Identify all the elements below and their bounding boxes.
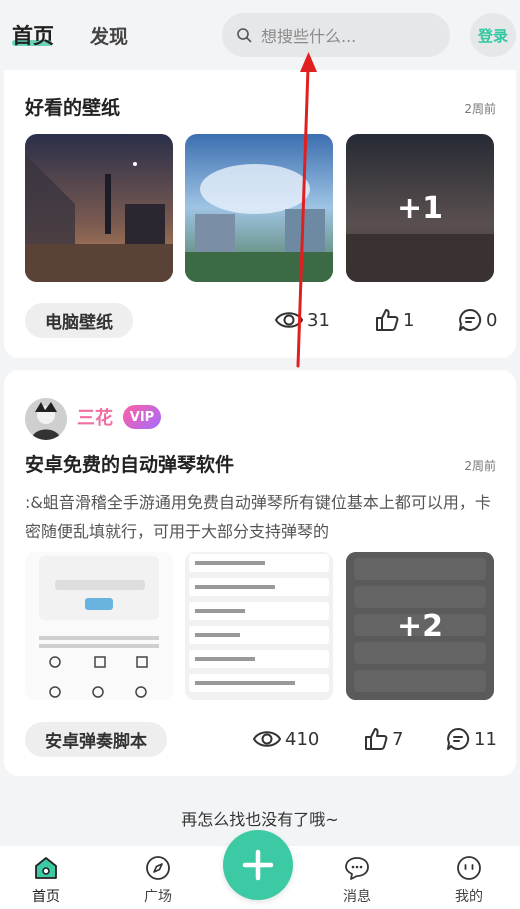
post-time: 2周前 <box>464 459 496 473</box>
comments-count: 11 <box>474 728 497 750</box>
post-image-3[interactable]: +1 <box>346 134 494 282</box>
post-image-2[interactable] <box>185 134 333 282</box>
views-count: 410 <box>285 728 320 750</box>
views-stat: 410 <box>252 727 319 751</box>
likes-count: 7 <box>392 728 404 750</box>
nav-messages-label: 消息 <box>343 889 371 905</box>
avatar[interactable] <box>25 398 67 440</box>
post-body: :&蛆音滑稽全手游通用免费自动弹琴所有键位基本上都可以用，卡密随便乱填就行，可用… <box>25 493 491 541</box>
post-card-wallpaper[interactable]: 好看的壁纸 2周前 +1 电脑壁纸 31 1 0 <box>4 60 516 358</box>
post-image-1[interactable] <box>25 552 173 700</box>
post-image-3[interactable]: +2 <box>346 552 494 700</box>
plus-icon <box>242 849 274 881</box>
post-image-1[interactable] <box>25 134 173 282</box>
nav-square-label: 广场 <box>144 889 172 905</box>
thumbs-up-icon <box>365 728 388 750</box>
more-images-overlay[interactable]: +2 <box>346 552 494 700</box>
comment-button[interactable]: 11 <box>445 726 497 752</box>
views-stat: 31 <box>274 308 330 332</box>
like-button[interactable]: 1 <box>374 307 414 333</box>
nav-mine[interactable]: 我的 <box>439 854 499 906</box>
comments-count: 0 <box>486 309 498 331</box>
top-bar: 首页 发现 想搜些什么... 登录 <box>0 0 520 70</box>
search-icon <box>237 28 252 43</box>
end-of-list-text: 再怎么找也没有了哦~ <box>181 810 339 829</box>
views-count: 31 <box>307 309 330 331</box>
post-card-piano[interactable]: 三花 VIP 安卓免费的自动弹琴软件 2周前 :&蛆音滑稽全手游通用免费自动弹琴… <box>4 370 516 776</box>
home-icon <box>35 857 57 879</box>
tab-home[interactable]: 首页 <box>12 20 54 50</box>
tab-discover[interactable]: 发现 <box>90 22 128 49</box>
nav-home[interactable]: 首页 <box>16 854 76 906</box>
eye-icon <box>252 731 282 747</box>
profile-face-icon <box>457 856 481 880</box>
post-image-2[interactable] <box>185 552 333 700</box>
nav-square[interactable]: 广场 <box>128 854 188 906</box>
vip-badge: VIP <box>123 405 161 429</box>
search-bar[interactable]: 想搜些什么... <box>222 13 450 57</box>
create-post-button[interactable] <box>223 830 293 900</box>
nav-home-label: 首页 <box>32 889 60 905</box>
comment-button[interactable]: 0 <box>457 307 497 333</box>
search-placeholder: 想搜些什么... <box>261 27 357 46</box>
like-button[interactable]: 7 <box>363 726 403 752</box>
likes-count: 1 <box>403 309 415 331</box>
post-title: 好看的壁纸 <box>25 97 121 119</box>
post-title: 安卓免费的自动弹琴软件 <box>25 454 235 476</box>
post-time: 2周前 <box>464 102 496 116</box>
compass-icon <box>146 856 170 880</box>
comment-icon <box>447 727 470 750</box>
username[interactable]: 三花 <box>77 404 113 430</box>
nav-messages[interactable]: 消息 <box>327 854 387 906</box>
more-images-overlay[interactable]: +1 <box>346 134 494 282</box>
post-tag[interactable]: 安卓弹奏脚本 <box>25 722 167 757</box>
comment-icon <box>459 308 482 331</box>
chat-icon <box>345 857 369 880</box>
thumbs-up-icon <box>376 309 399 331</box>
nav-mine-label: 我的 <box>455 889 483 905</box>
login-button[interactable]: 登录 <box>470 13 516 57</box>
eye-icon <box>274 312 304 328</box>
post-tag[interactable]: 电脑壁纸 <box>25 303 133 338</box>
